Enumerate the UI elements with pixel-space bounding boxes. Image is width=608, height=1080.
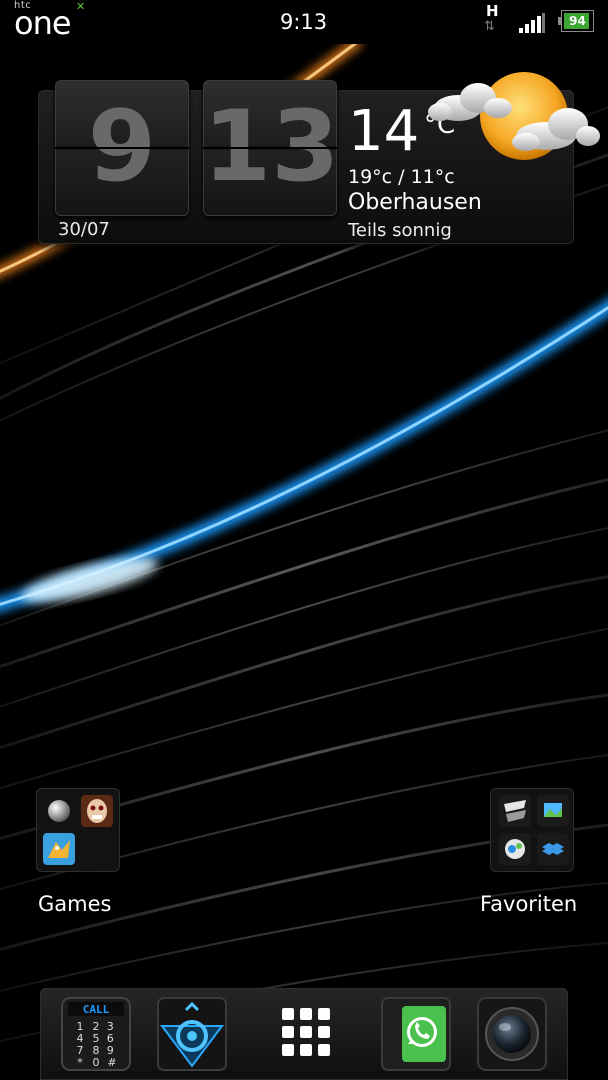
partly-sunny-icon[interactable] <box>428 68 600 178</box>
app-drawer-icon[interactable] <box>268 996 344 1072</box>
flip-hinge <box>203 147 337 149</box>
status-bar[interactable]: htc one ✕ 9:13 H ⇅ 94 <box>0 0 608 44</box>
dropbox-icon <box>537 833 569 865</box>
data-arrows-icon: ⇅ <box>484 19 495 34</box>
phone-dialer-icon[interactable]: CALL 123 456 789 * 0 # <box>58 996 134 1072</box>
mail-app-icon <box>499 833 531 865</box>
camera-icon[interactable] <box>474 996 550 1072</box>
tv-app-icon <box>499 795 531 827</box>
whatsapp-icon[interactable] <box>378 996 454 1072</box>
dragon-game-icon <box>43 833 75 865</box>
widget-date: 30/07 <box>58 219 110 240</box>
weather-city[interactable]: Oberhausen <box>348 190 482 215</box>
photo-app-icon <box>537 795 569 827</box>
clock-minute-card[interactable]: 13 <box>203 80 339 216</box>
status-time: 9:13 <box>280 10 328 34</box>
brand-accent-icon: ✕ <box>76 0 86 13</box>
clock-hour-card[interactable]: 9 <box>55 80 189 216</box>
current-temperature: 14 <box>348 99 420 164</box>
flip-hinge <box>55 147 189 149</box>
network-activity-icon: H ⇅ <box>484 2 502 40</box>
weather-condition: Teils sonnig <box>348 220 452 241</box>
signal-strength-icon <box>519 13 545 33</box>
battery-icon: 94 <box>558 10 594 32</box>
games-folder[interactable] <box>36 788 120 872</box>
favoriten-folder[interactable] <box>490 788 574 872</box>
browser-icon[interactable] <box>154 996 230 1072</box>
zombie-game-icon <box>81 795 113 827</box>
ball-app-icon <box>48 800 70 822</box>
favoriten-folder-label: Favoriten <box>480 892 578 916</box>
htc-one-logo-icon: htc one ✕ <box>14 0 94 42</box>
battery-level: 94 <box>569 14 586 28</box>
network-type-label: H <box>486 2 499 20</box>
brand-text: one <box>14 4 72 42</box>
svg-text:123 456 789 *0#: 123 456 789 * 0 # <box>77 1020 118 1069</box>
dialer-caption: CALL <box>83 1003 110 1016</box>
games-folder-label: Games <box>38 892 112 916</box>
